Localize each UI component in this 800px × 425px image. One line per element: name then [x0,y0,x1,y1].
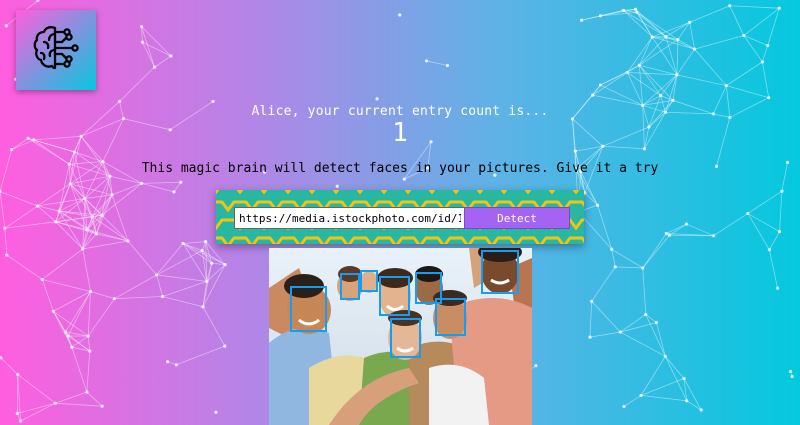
image-url-input[interactable] [234,207,466,229]
face-box [481,250,519,294]
brain-circuit-icon [28,20,84,80]
face-box [390,318,421,358]
logo [16,10,96,90]
face-box [340,273,360,300]
face-box [290,286,327,332]
face-box [360,270,378,292]
detect-button[interactable]: Detect [464,207,570,229]
instructions-text: This magic brain will detect faces in yo… [141,161,659,176]
face-box [435,298,466,336]
entry-count-greeting: Alice, your current entry count is... [251,104,549,119]
image-link-form: Detect [216,190,584,244]
entry-count-value: 1 [392,118,408,148]
face-detection-image [269,248,532,425]
face-box [379,276,410,316]
